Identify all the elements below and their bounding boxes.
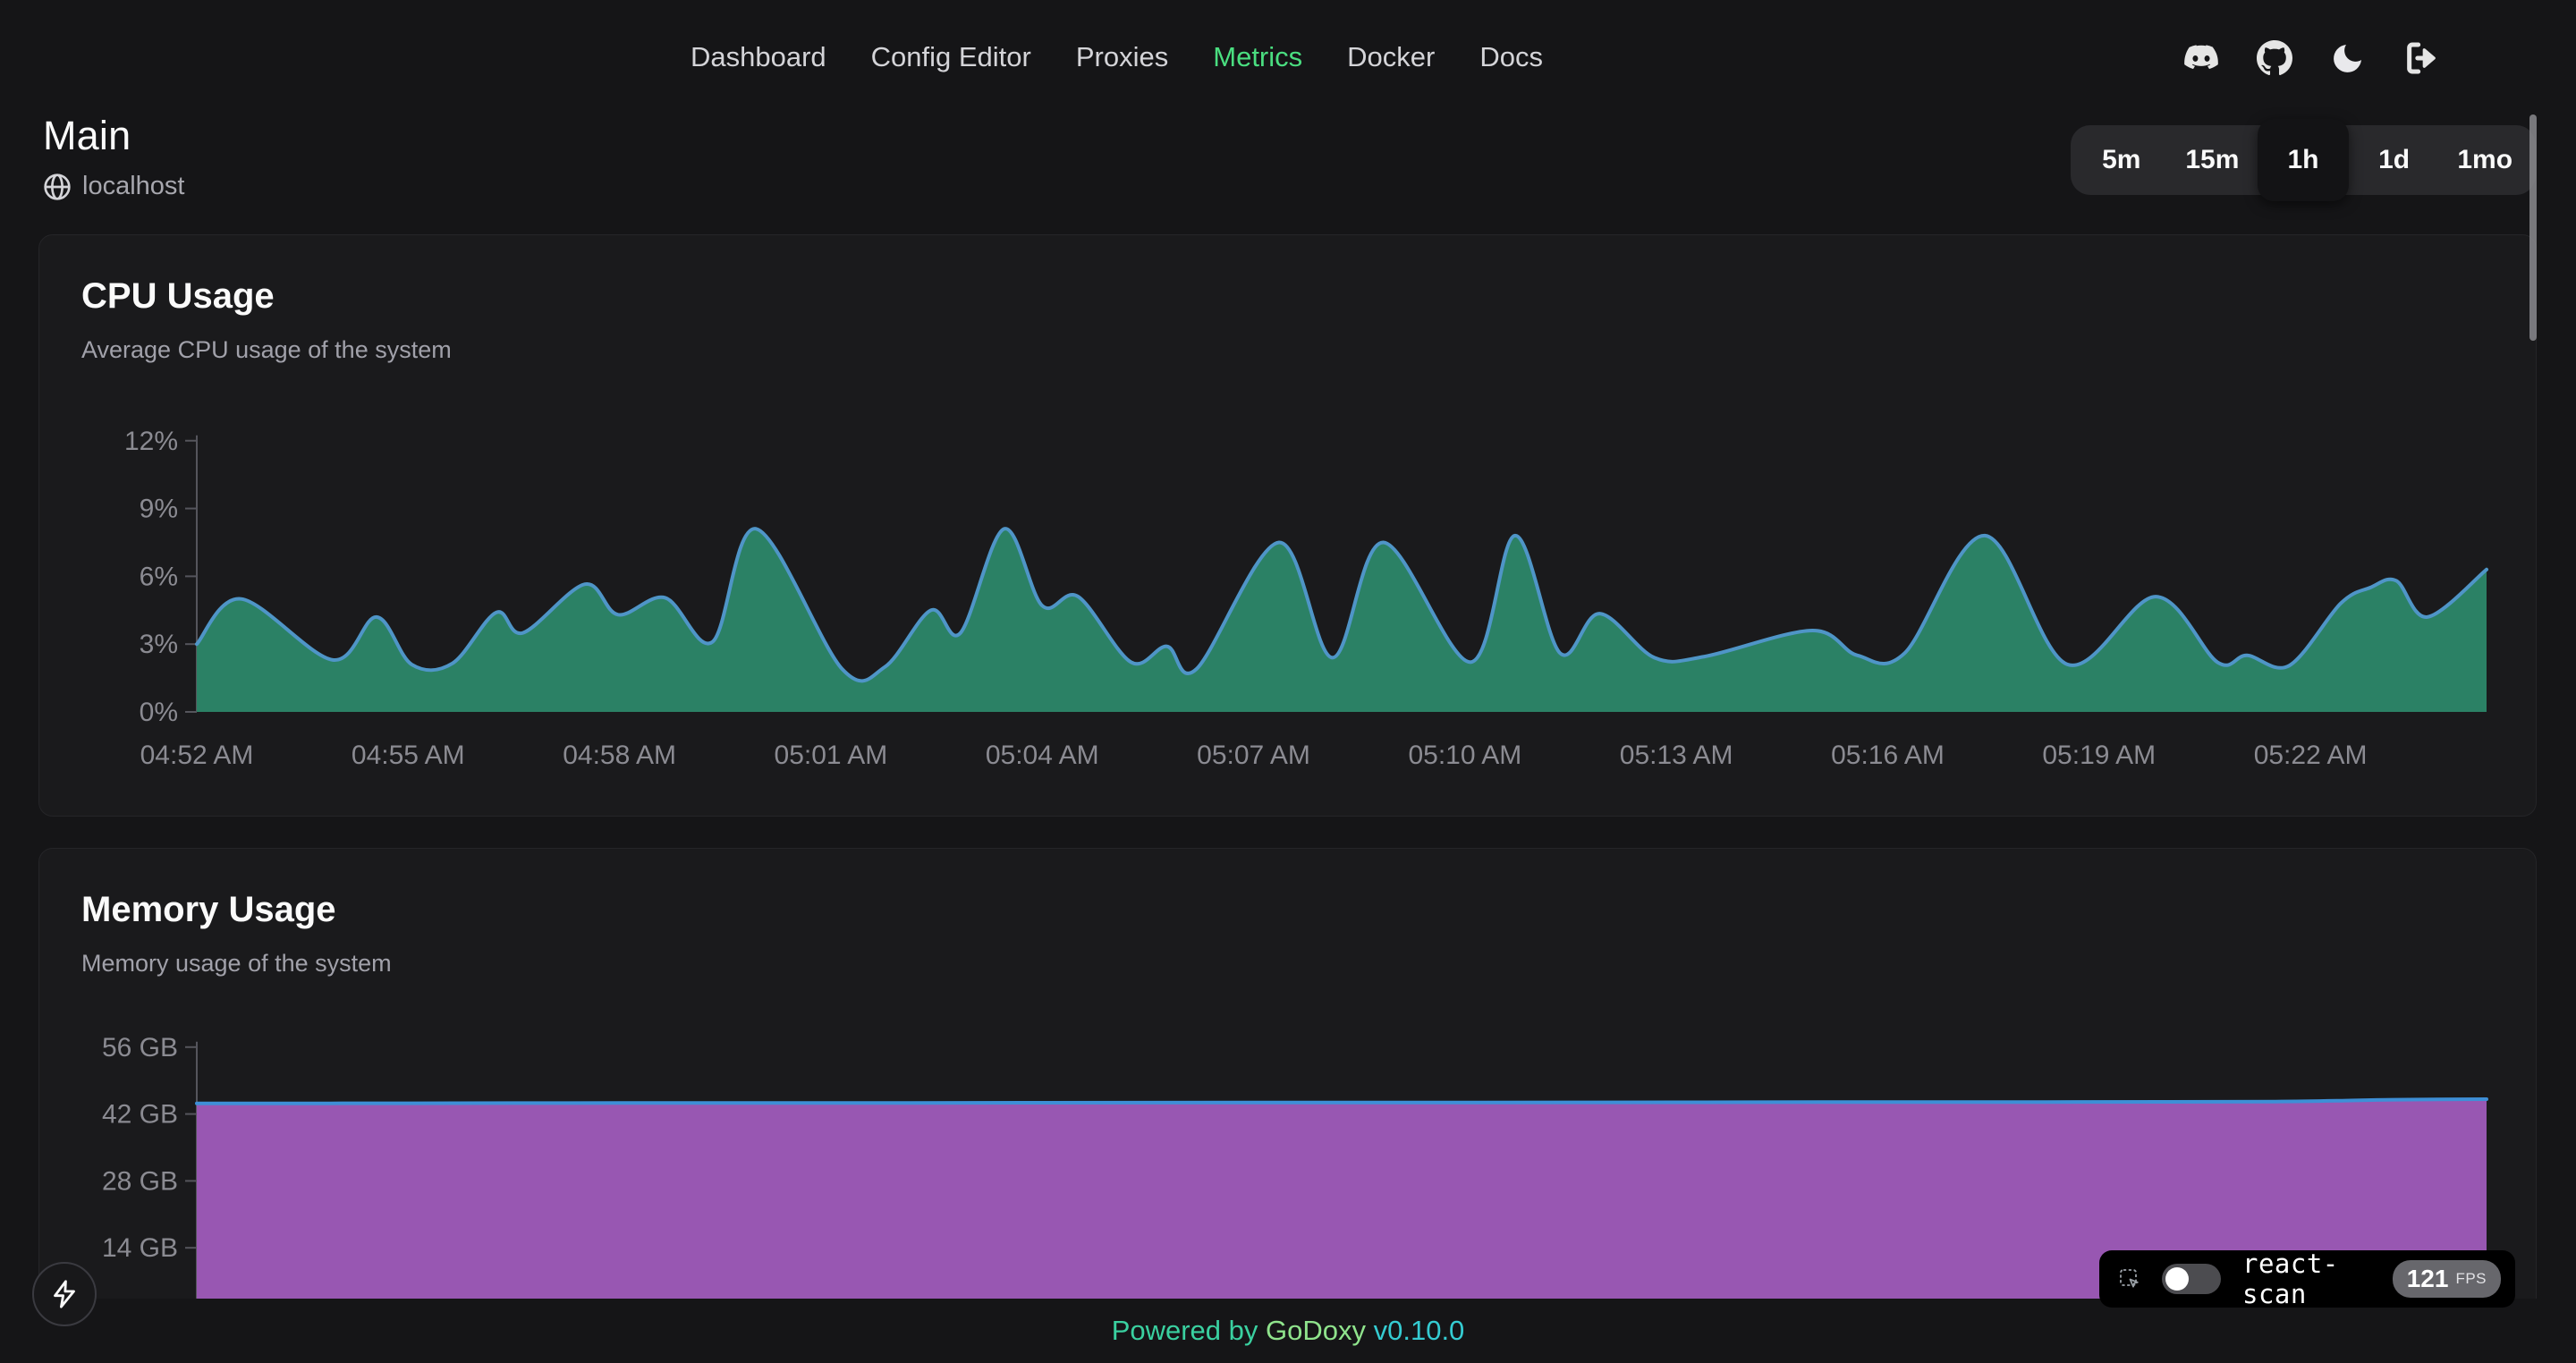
svg-text:05:04 AM: 05:04 AM bbox=[986, 741, 1099, 770]
nav-item-proxies[interactable]: Proxies bbox=[1076, 41, 1168, 73]
react-scan-label: react-scan bbox=[2242, 1249, 2371, 1309]
fps-unit: FPS bbox=[2455, 1270, 2487, 1288]
svg-text:3%: 3% bbox=[140, 630, 178, 659]
svg-text:0%: 0% bbox=[140, 698, 178, 727]
memory-card-subtitle: Memory usage of the system bbox=[81, 950, 2536, 978]
moon-theme-icon[interactable] bbox=[2329, 39, 2367, 77]
globe-icon bbox=[43, 173, 72, 201]
svg-text:05:19 AM: 05:19 AM bbox=[2042, 741, 2156, 770]
footer: Powered by GoDoxy v0.10.0 bbox=[0, 1299, 2576, 1363]
nav-item-docker[interactable]: Docker bbox=[1347, 41, 1435, 73]
react-scan-toggle[interactable] bbox=[2162, 1264, 2221, 1294]
time-range-1h[interactable]: 1h bbox=[2258, 119, 2349, 201]
nav-item-metrics[interactable]: Metrics bbox=[1213, 41, 1302, 73]
host-label: localhost bbox=[82, 172, 184, 201]
nav-icons bbox=[2182, 39, 2440, 77]
quick-action-button[interactable] bbox=[32, 1262, 97, 1326]
svg-text:04:55 AM: 04:55 AM bbox=[352, 741, 465, 770]
svg-text:05:16 AM: 05:16 AM bbox=[1831, 741, 1945, 770]
fps-value: 121 bbox=[2407, 1265, 2449, 1293]
lightning-icon bbox=[49, 1279, 80, 1309]
nav-item-docs[interactable]: Docs bbox=[1479, 41, 1543, 73]
svg-text:42 GB: 42 GB bbox=[102, 1100, 178, 1130]
footer-powered-by: Powered by bbox=[1112, 1315, 1266, 1347]
time-range-1d[interactable]: 1d bbox=[2349, 125, 2440, 195]
footer-version: v0.10.0 bbox=[1366, 1315, 1464, 1347]
svg-text:9%: 9% bbox=[140, 495, 178, 524]
footer-brand-link[interactable]: GoDoxy bbox=[1266, 1315, 1366, 1347]
time-range-selector: 5m 15m 1h 1d 1mo bbox=[2071, 125, 2536, 195]
page-head: Main localhost bbox=[43, 113, 184, 201]
time-range-5m[interactable]: 5m bbox=[2076, 125, 2167, 195]
logout-icon[interactable] bbox=[2402, 39, 2440, 77]
react-scan-widget: react-scan 121 FPS bbox=[2099, 1250, 2515, 1308]
cpu-usage-chart: 0% 3% 6% 9% 12% 04:52 AM 04:55 AM 04:58 AM 05:01… bbox=[89, 420, 2522, 778]
svg-text:6%: 6% bbox=[140, 562, 178, 591]
svg-text:12%: 12% bbox=[124, 427, 178, 456]
svg-text:04:52 AM: 04:52 AM bbox=[140, 741, 254, 770]
cpu-card-subtitle: Average CPU usage of the system bbox=[81, 336, 2536, 364]
toggle-knob bbox=[2165, 1267, 2189, 1291]
svg-text:28 GB: 28 GB bbox=[102, 1166, 178, 1196]
page-title: Main bbox=[43, 113, 184, 159]
memory-card-title: Memory Usage bbox=[81, 890, 2536, 930]
inspect-element-icon[interactable] bbox=[2119, 1266, 2140, 1292]
svg-text:05:07 AM: 05:07 AM bbox=[1197, 741, 1310, 770]
svg-text:56 GB: 56 GB bbox=[102, 1033, 178, 1062]
nav-item-dashboard[interactable]: Dashboard bbox=[691, 41, 826, 73]
svg-text:04:58 AM: 04:58 AM bbox=[563, 741, 676, 770]
svg-text:14 GB: 14 GB bbox=[102, 1233, 178, 1263]
svg-text:05:22 AM: 05:22 AM bbox=[2254, 741, 2368, 770]
cpu-card-title: CPU Usage bbox=[81, 276, 2536, 317]
metrics-page: Dashboard Config Editor Proxies Metrics … bbox=[0, 0, 2576, 1363]
github-icon[interactable] bbox=[2256, 39, 2293, 77]
nav-links: Dashboard Config Editor Proxies Metrics … bbox=[691, 41, 1543, 73]
svg-text:05:13 AM: 05:13 AM bbox=[1620, 741, 1733, 770]
top-nav: Dashboard Config Editor Proxies Metrics … bbox=[0, 0, 2576, 106]
scrollbar-thumb[interactable] bbox=[2529, 114, 2537, 341]
time-range-15m[interactable]: 15m bbox=[2167, 125, 2258, 195]
nav-item-config-editor[interactable]: Config Editor bbox=[871, 41, 1031, 73]
time-range-1mo[interactable]: 1mo bbox=[2439, 125, 2530, 195]
svg-text:05:01 AM: 05:01 AM bbox=[775, 741, 888, 770]
host-row: localhost bbox=[43, 172, 184, 201]
fps-badge: 121 FPS bbox=[2393, 1260, 2501, 1298]
svg-text:05:10 AM: 05:10 AM bbox=[1408, 741, 1521, 770]
discord-icon[interactable] bbox=[2182, 39, 2220, 77]
